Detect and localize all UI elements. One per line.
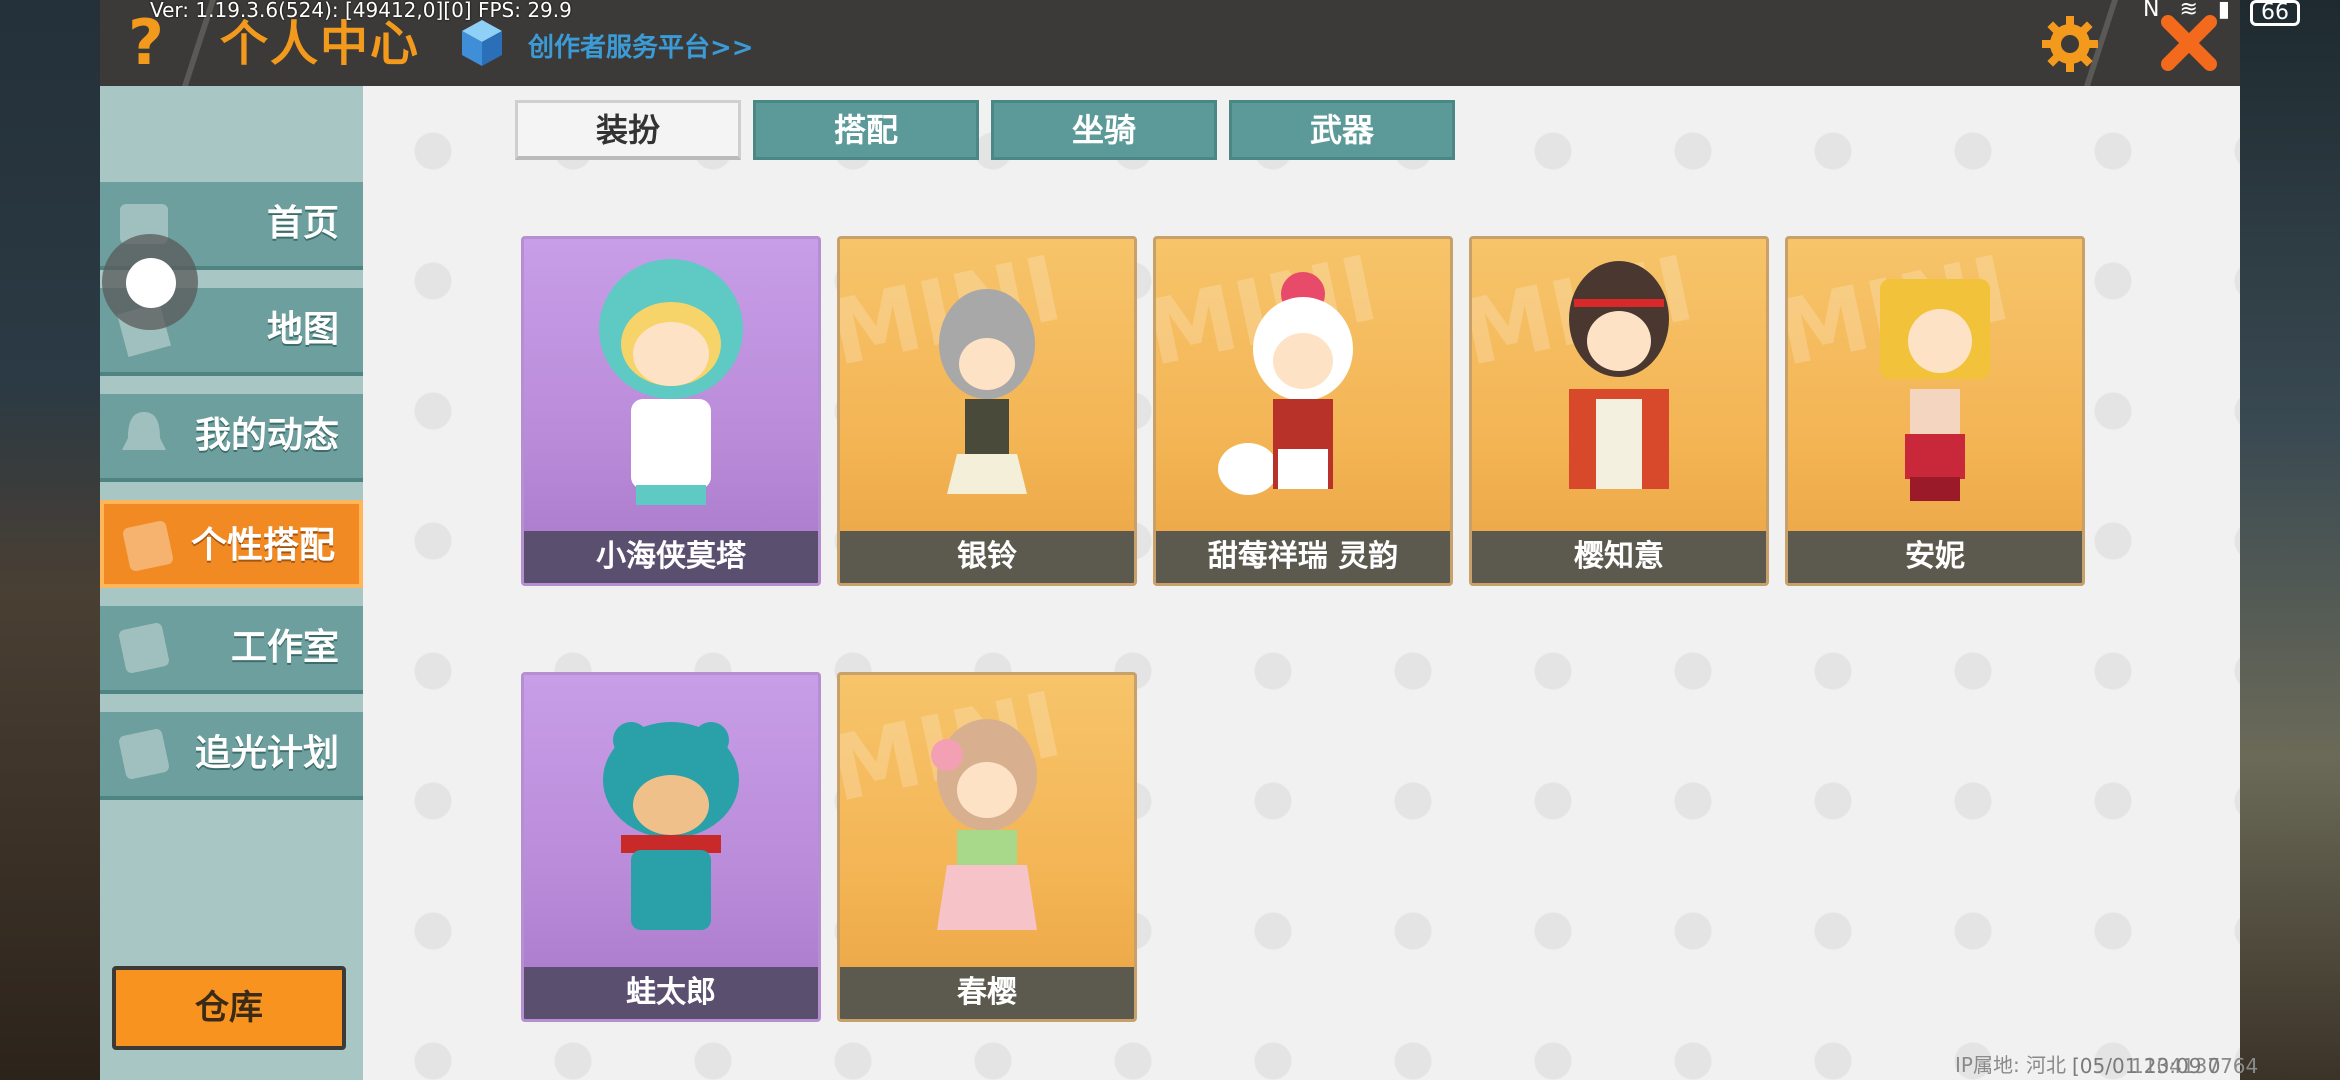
gear-icon[interactable] (2040, 14, 2100, 74)
sidebar-item-outfit[interactable]: 个性搭配 (100, 500, 363, 588)
debug-overlay: Ver: 1.19.3.6(524): [49412,0][0] FPS: 29… (150, 0, 572, 22)
skin-name: 樱知意 (1574, 539, 1664, 574)
sidebar-item-label: 工作室 (230, 627, 339, 668)
datetime-stamp: [05/01 23:09 0 (2072, 1054, 2221, 1078)
creator-platform-link[interactable]: 创作者服务平台>> (528, 27, 754, 64)
skin-name: 蛙太郎 (626, 975, 716, 1010)
bell-icon (122, 412, 166, 450)
skin-card[interactable]: MINI 樱知意 (1469, 236, 1769, 586)
sidebar-item-studio[interactable]: 工作室 (100, 606, 363, 694)
skin-name: 春樱 (957, 975, 1017, 1010)
creator-cube-icon[interactable] (460, 18, 504, 68)
status-bar: N ≋ ▮ 66 (2142, 0, 2300, 26)
signal-icon: ▮ (2217, 0, 2230, 22)
character-portrait (931, 719, 1037, 930)
tab-match[interactable]: 搭配 (753, 100, 979, 160)
character-portrait (599, 259, 743, 505)
sidebar-item-label: 个性搭配 (190, 525, 335, 566)
outfit-content-area: 装扮 搭配 坐骑 武器 小海侠莫塔 MINI (363, 86, 2258, 1080)
studio-icon (119, 623, 169, 673)
personal-center-panel: ? 个人中心 创作者服务平台>> 首页 地图 我的动态 个性搭配 工作室 追光计… (100, 0, 2258, 1080)
tab-weapon[interactable]: 武器 (1229, 100, 1455, 160)
floating-assistive-ball[interactable] (102, 234, 198, 330)
skin-card[interactable]: MINI 银铃 (837, 236, 1137, 586)
sidebar-item-label: 首页 (266, 203, 339, 244)
skin-name: 安妮 (1905, 539, 1965, 574)
warehouse-button[interactable]: 仓库 (112, 966, 346, 1050)
character-portrait (939, 289, 1035, 494)
skin-card[interactable]: MINI 甜莓祥瑞 灵韵 (1153, 236, 1453, 586)
skin-name: 小海侠莫塔 (596, 539, 746, 574)
outfit-icon (123, 521, 173, 571)
sidebar-item-label: 追光计划 (194, 733, 339, 774)
character-portrait (1218, 272, 1353, 495)
skin-card[interactable]: 蛙太郎 (521, 672, 821, 1022)
skin-card[interactable]: MINI 春樱 (837, 672, 1137, 1022)
skin-card[interactable]: 小海侠莫塔 (521, 236, 821, 586)
warehouse-label: 仓库 (195, 988, 263, 1028)
sidebar-item-label: 地图 (266, 309, 339, 350)
character-portrait (1569, 261, 1669, 489)
category-tabs: 装扮 搭配 坐骑 武器 (515, 100, 1455, 160)
wifi-icon: ≋ (2179, 0, 2198, 22)
skin-name: 甜莓祥瑞 灵韵 (1207, 539, 1399, 574)
sidebar-item-my-updates[interactable]: 我的动态 (100, 394, 363, 482)
background-scene-left (0, 0, 100, 1080)
sidebar-item-label: 我的动态 (194, 415, 339, 456)
plan-icon (119, 729, 169, 779)
character-portrait (1880, 279, 1990, 501)
background-scene-right (2240, 0, 2340, 1080)
ip-location: IP属地: 河北 (1955, 1053, 2067, 1077)
skin-name: 银铃 (957, 539, 1017, 574)
tab-mount[interactable]: 坐骑 (991, 100, 1217, 160)
nfc-icon: N (2142, 0, 2160, 22)
sidebar-item-plan[interactable]: 追光计划 (100, 712, 363, 800)
tab-dress-up[interactable]: 装扮 (515, 100, 741, 160)
character-portrait (603, 722, 739, 930)
battery-indicator: 66 (2250, 0, 2300, 26)
skin-card[interactable]: MINI 安妮 (1785, 236, 2085, 586)
